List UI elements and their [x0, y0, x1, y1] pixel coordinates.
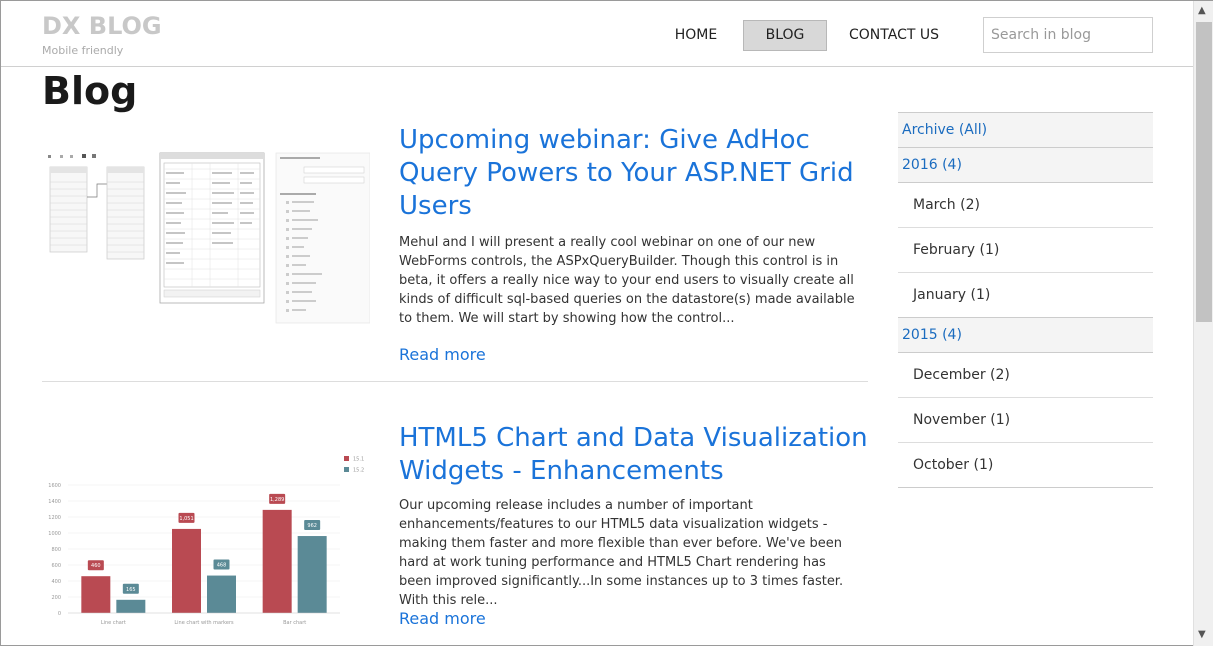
archive-year-2016[interactable]: 2016 (4): [898, 148, 1153, 183]
post-excerpt: Our upcoming release includes a number o…: [399, 498, 844, 608]
logo-title[interactable]: DX BLOG: [42, 12, 162, 40]
chart-y-tick-label: 1200: [48, 515, 61, 521]
post-thumbnail-query-builder[interactable]: [42, 149, 370, 329]
read-more-link[interactable]: Read more: [399, 609, 486, 628]
chart-y-tick-label: 1000: [48, 531, 61, 537]
chart-category-label: Line chart: [101, 620, 126, 626]
chart-data-label: 1,289: [270, 497, 284, 503]
chart-legend-swatch: [344, 456, 349, 461]
archive-year-2015[interactable]: 2015 (4): [898, 318, 1153, 353]
scrollbar-thumb[interactable]: [1196, 22, 1212, 322]
blog-post: Upcoming webinar: Give AdHoc Query Power…: [42, 121, 868, 382]
chart-legend-swatch: [344, 467, 349, 472]
vertical-scrollbar[interactable]: ▲ ▼: [1193, 1, 1213, 646]
nav-contact-us[interactable]: CONTACT US: [842, 20, 946, 51]
archive-month-october[interactable]: October (1): [898, 443, 1153, 488]
blog-post: 0 200 400 600 800 1000 1200 1400 1600 460 165 Line …: [42, 421, 868, 646]
post-title[interactable]: Upcoming webinar: Give AdHoc Query Power…: [399, 124, 868, 223]
scroll-up-arrow-icon[interactable]: ▲: [1198, 5, 1206, 16]
nav-home[interactable]: HOME: [664, 20, 728, 51]
page-title: Blog: [42, 69, 138, 113]
chart-bar: [172, 528, 201, 613]
archive-month-december[interactable]: December (2): [898, 353, 1153, 398]
chart-y-tick-label: 1400: [48, 499, 61, 505]
site-header: DX BLOG Mobile friendly HOME BLOG CONTAC…: [1, 1, 1193, 67]
chart-bar: [262, 509, 292, 613]
logo-subtitle: Mobile friendly: [42, 44, 124, 57]
archive-month-march[interactable]: March (2): [898, 183, 1153, 228]
archive-month-november[interactable]: November (1): [898, 398, 1153, 443]
chart-data-label: 1,051: [179, 516, 193, 522]
read-more-link[interactable]: Read more: [399, 345, 486, 364]
archive-month-january[interactable]: January (1): [898, 273, 1153, 318]
chart-data-label: 460: [91, 563, 101, 569]
post-title[interactable]: HTML5 Chart and Data Visualization Widge…: [399, 422, 868, 488]
chart-y-tick-label: 200: [51, 595, 61, 601]
chart-legend-label: 15.1: [353, 457, 364, 463]
chart-y-tick-label: 800: [51, 547, 61, 553]
chart-y-tick-label: 0: [58, 611, 61, 617]
chart-bar: [207, 575, 236, 613]
nav-blog[interactable]: BLOG: [743, 20, 827, 51]
post-excerpt: Mehul and I will present a really cool w…: [399, 235, 855, 326]
chart-y-tick-label: 1600: [48, 483, 61, 489]
chart-data-label: 962: [307, 523, 317, 529]
chart-legend-label: 15.2: [353, 468, 364, 474]
archive-sidebar: Archive (All) 2016 (4) March (2) Februar…: [898, 112, 1153, 488]
chart-bar: [297, 536, 327, 613]
chart-y-tick-label: 400: [51, 579, 61, 585]
chart-data-label: 165: [126, 587, 136, 593]
archive-all[interactable]: Archive (All): [898, 113, 1153, 148]
chart-category-label: Bar chart: [283, 620, 306, 626]
chart-data-label: 468: [217, 563, 227, 569]
search-input[interactable]: [983, 17, 1153, 53]
scroll-down-arrow-icon[interactable]: ▼: [1198, 629, 1206, 640]
chart-y-tick-label: 600: [51, 563, 61, 569]
archive-month-february[interactable]: February (1): [898, 228, 1153, 273]
chart-bar: [116, 599, 146, 613]
chart-category-label: Line chart with markers: [174, 620, 234, 626]
post-thumbnail-bar-chart[interactable]: 0 200 400 600 800 1000 1200 1400 1600 460 165 Line …: [42, 449, 370, 629]
chart-bar: [81, 576, 111, 613]
